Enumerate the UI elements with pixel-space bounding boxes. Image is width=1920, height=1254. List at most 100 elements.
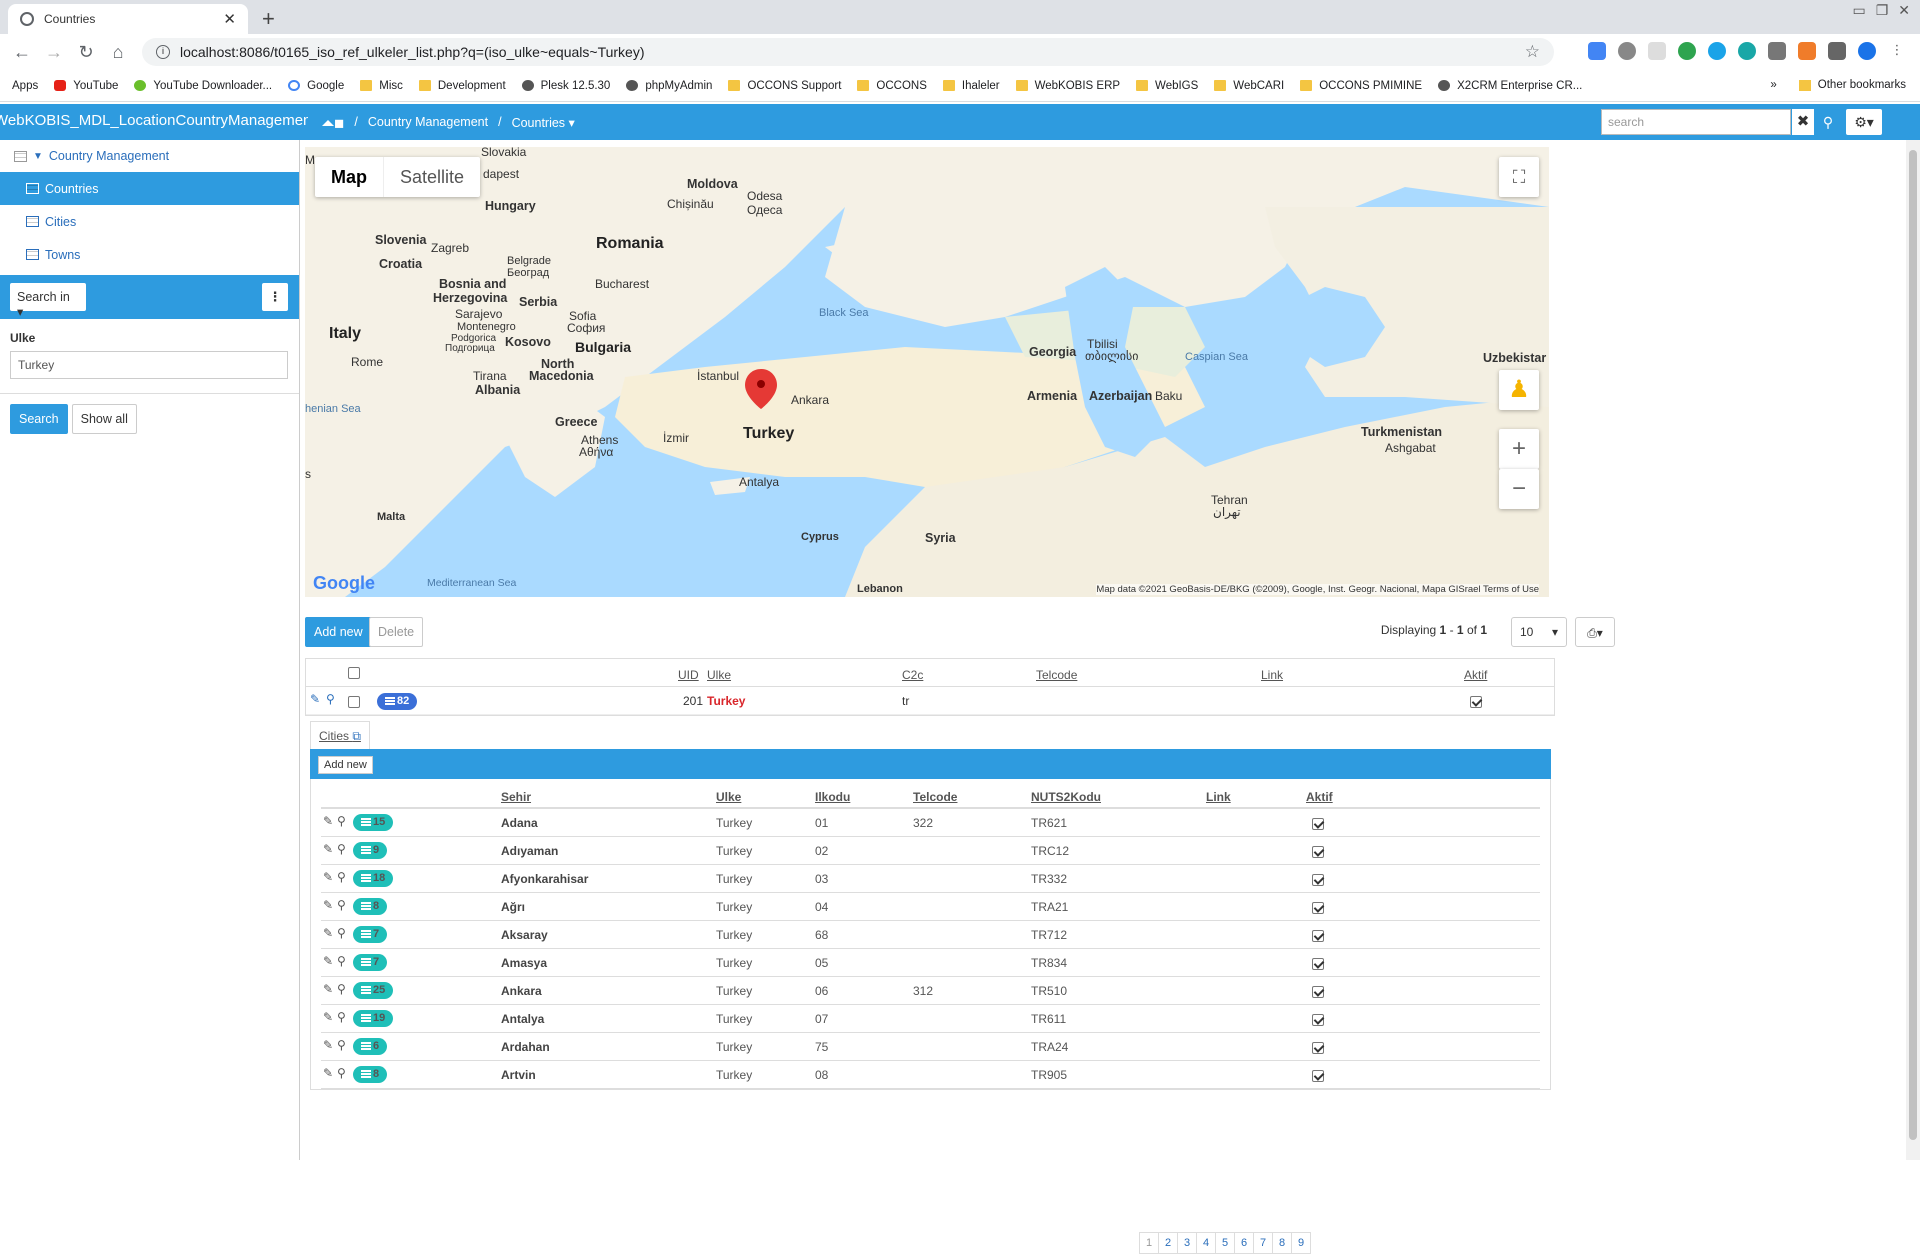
print-icon[interactable]: ⎙▾ xyxy=(1575,617,1615,647)
column-telcode[interactable]: Telcode xyxy=(1036,668,1077,682)
home-icon[interactable]: ⌂ xyxy=(102,42,134,63)
bookmark-occons-pmimine[interactable]: OCCONS PMIMINE xyxy=(1300,80,1422,92)
bookmark-plesk[interactable]: Plesk 12.5.30 xyxy=(521,80,610,92)
details-count-badge[interactable]: 25 xyxy=(353,982,394,999)
tab-cities[interactable]: Cities ⧉ xyxy=(310,721,370,749)
puzzle-icon[interactable] xyxy=(1828,42,1846,60)
pin-icon[interactable] xyxy=(1678,42,1696,60)
table-row[interactable]: ✎ ⚲ 19 Antalya Turkey 07 TR611 xyxy=(321,1005,1540,1033)
clear-search-icon[interactable]: ✖ xyxy=(1792,109,1814,135)
bookmark-webkobis-erp[interactable]: WebKOBIS ERP xyxy=(1015,80,1120,92)
column-aktif[interactable]: Aktif xyxy=(1306,790,1333,804)
table-row[interactable]: ✎ ⚲ 18 Afyonkarahisar Turkey 03 TR332 xyxy=(321,865,1540,893)
sidebar-group-country-management[interactable]: ▼ Country Management xyxy=(0,140,299,172)
column-ilkodu[interactable]: Ilkodu xyxy=(815,790,850,804)
close-tab-icon[interactable]: ✕ xyxy=(223,10,236,28)
edit-icon[interactable]: ✎ xyxy=(310,692,320,706)
page-link[interactable]: 3 xyxy=(1177,1232,1197,1254)
external-link-icon[interactable]: ⧉ xyxy=(352,729,361,743)
column-sehir[interactable]: Sehir xyxy=(501,790,531,804)
add-new-button[interactable]: Add new xyxy=(305,617,372,647)
search-icon[interactable]: ⚲ xyxy=(1816,109,1840,135)
table-row[interactable]: ✎ ⚲ 15 Adana Turkey 01 322 TR621 xyxy=(321,809,1540,837)
edit-icon[interactable]: ✎ xyxy=(323,898,333,912)
zoom-in-button[interactable]: + xyxy=(1499,429,1539,469)
column-ulke[interactable]: Ulke xyxy=(707,668,731,682)
edit-icon[interactable]: ✎ xyxy=(323,1038,333,1052)
bookmark-occons-support[interactable]: OCCONS Support xyxy=(728,80,841,92)
column-telcode[interactable]: Telcode xyxy=(913,790,957,804)
search-button[interactable]: Search xyxy=(10,404,68,434)
sidebar-item-countries[interactable]: Countries xyxy=(0,172,299,205)
edit-icon[interactable]: ✎ xyxy=(323,982,333,996)
home-icon[interactable]: ◼ xyxy=(322,115,344,130)
details-count-badge[interactable]: 19 xyxy=(353,1010,394,1027)
bookmark-youtube-downloader[interactable]: YouTube Downloader... xyxy=(134,80,272,92)
details-count-badge[interactable]: 18 xyxy=(353,870,394,887)
bookmark-youtube[interactable]: YouTube xyxy=(54,80,118,92)
bookmark-webigs[interactable]: WebIGS xyxy=(1136,80,1198,92)
bookmark-apps[interactable]: Apps xyxy=(5,80,38,600)
column-aktif[interactable]: Aktif xyxy=(1464,668,1487,682)
forward-icon[interactable]: → xyxy=(38,42,70,63)
details-count-badge[interactable]: 8 xyxy=(353,1066,388,1083)
bookmark-phpmyadmin[interactable]: phpMyAdmin xyxy=(626,80,712,92)
column-c2c[interactable]: C2c xyxy=(902,668,923,682)
bookmark-x2crm[interactable]: X2CRM Enterprise CR... xyxy=(1438,80,1582,92)
settings-gear-icon[interactable]: ⚙▾ xyxy=(1846,109,1882,135)
browser-tab[interactable]: Countries ✕ xyxy=(8,4,248,34)
details-count-badge[interactable]: 7 xyxy=(353,954,388,971)
view-icon[interactable]: ⚲ xyxy=(337,1010,346,1024)
sidebar-item-cities[interactable]: Cities xyxy=(0,205,299,238)
info-icon[interactable]: i xyxy=(156,45,170,59)
recycle-icon[interactable] xyxy=(1618,42,1636,60)
show-all-button[interactable]: Show all xyxy=(71,404,137,434)
view-icon[interactable]: ⚲ xyxy=(337,814,346,828)
page-link[interactable]: 2 xyxy=(1158,1232,1178,1254)
view-icon[interactable]: ⚲ xyxy=(326,692,335,706)
view-icon[interactable]: ⚲ xyxy=(337,870,346,884)
edit-icon[interactable]: ✎ xyxy=(323,1066,333,1080)
sidebar-item-towns[interactable]: Towns xyxy=(0,238,299,271)
close-window-icon[interactable]: ✕ xyxy=(1898,2,1910,19)
table-row[interactable]: ✎ ⚲ 7 Aksaray Turkey 68 TR712 xyxy=(321,921,1540,949)
search-in-dropdown[interactable]: Search in ▾ xyxy=(10,283,86,319)
column-link[interactable]: Link xyxy=(1206,790,1231,804)
breadcrumb-country-management[interactable]: Country Management xyxy=(368,115,488,130)
view-icon[interactable]: ⚲ xyxy=(337,1038,346,1052)
page-link[interactable]: 5 xyxy=(1215,1232,1235,1254)
edit-icon[interactable]: ✎ xyxy=(323,926,333,940)
page-link[interactable]: 7 xyxy=(1253,1232,1273,1254)
map[interactable]: Map Satellite ⛶ ♟ + − Google Map data ©2… xyxy=(305,147,1549,597)
other-bookmarks[interactable]: » Other bookmarks xyxy=(1770,79,1906,91)
page-scrollbar[interactable] xyxy=(1906,140,1920,1160)
bookmark-misc[interactable]: Misc xyxy=(360,80,403,92)
scrollbar-thumb[interactable] xyxy=(1909,150,1917,1140)
bookmark-google[interactable]: Google xyxy=(288,80,344,92)
page-link[interactable]: 1 xyxy=(1139,1232,1159,1254)
page-link[interactable]: 8 xyxy=(1272,1232,1292,1254)
map-attribution[interactable]: Map data ©2021 GeoBasis-DE/BKG (©2009), … xyxy=(1096,584,1539,595)
edit-icon[interactable]: ✎ xyxy=(323,870,333,884)
fullscreen-icon[interactable]: ⛶ xyxy=(1499,157,1539,197)
avatar[interactable] xyxy=(1858,42,1876,60)
details-count-badge[interactable]: 8 xyxy=(353,898,388,915)
column-ulke[interactable]: Ulke xyxy=(716,790,741,804)
map-tab[interactable]: Map xyxy=(315,157,383,197)
column-uid[interactable]: UID xyxy=(678,668,699,682)
select-all-checkbox[interactable] xyxy=(348,667,360,679)
delete-button[interactable]: Delete xyxy=(369,617,424,647)
view-icon[interactable]: ⚲ xyxy=(337,842,346,856)
bookmark-occons[interactable]: OCCONS xyxy=(857,80,927,92)
minimize-icon[interactable]: ▭ xyxy=(1852,2,1865,19)
column-nuts2kodu[interactable]: NUTS2Kodu xyxy=(1031,790,1101,804)
table-row[interactable]: ✎ ⚲ 7 Amasya Turkey 05 TR834 xyxy=(321,949,1540,977)
view-icon[interactable]: ⚲ xyxy=(337,926,346,940)
column-link[interactable]: Link xyxy=(1261,668,1283,682)
more-options-icon[interactable]: ⋮ xyxy=(262,283,288,311)
view-icon[interactable]: ⚲ xyxy=(337,898,346,912)
bookmark-development[interactable]: Development xyxy=(418,80,506,92)
table-row[interactable]: ✎ ⚲ 82 201 Turkey tr xyxy=(306,687,1554,715)
table-row[interactable]: ✎ ⚲ 8 Ağrı Turkey 04 TRA21 xyxy=(321,893,1540,921)
restore-icon[interactable]: ❐ xyxy=(1876,2,1889,19)
